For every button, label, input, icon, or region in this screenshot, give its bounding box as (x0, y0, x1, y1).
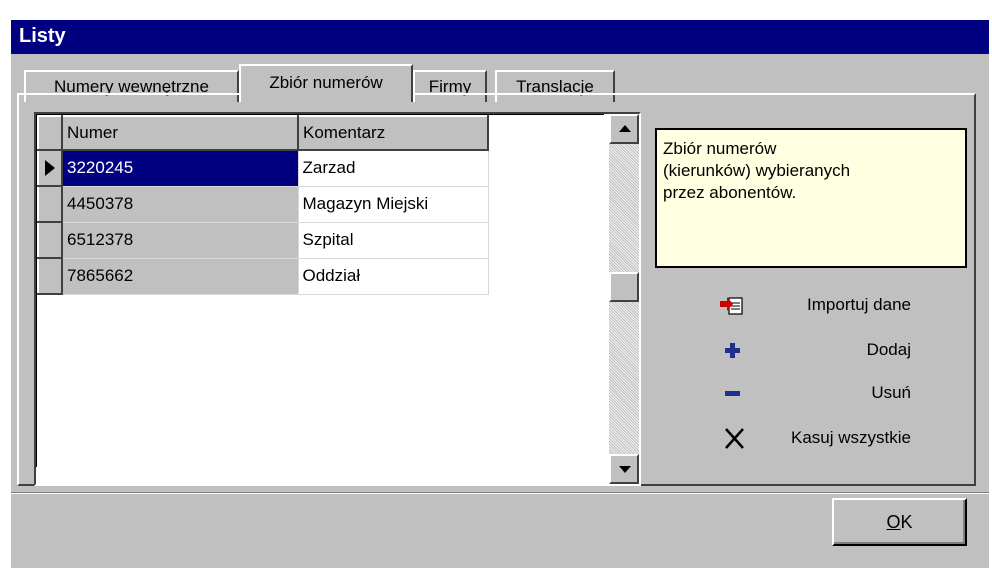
ok-mnemonic: O (886, 512, 901, 532)
clear-all-label: Kasuj wszystkie (791, 428, 911, 447)
column-header-numer[interactable]: Numer (61, 115, 299, 151)
info-line: Zbiór numerów (663, 139, 777, 158)
title-bar[interactable]: Listy (11, 20, 989, 54)
import-data-icon (719, 290, 743, 320)
cell-komentarz[interactable]: Zarzad (297, 149, 489, 187)
add-label: Dodaj (866, 340, 911, 359)
grid-area: Numer Komentarz 3220245 Zarzad 4450378 M… (36, 114, 604, 467)
info-box: Zbiór numerów (kierunków) wybieranych pr… (655, 128, 967, 268)
cell-komentarz[interactable]: Magazyn Miejski (297, 185, 489, 223)
scroll-up-button[interactable] (609, 114, 639, 144)
current-row-arrow-icon (45, 160, 55, 176)
separator (11, 492, 989, 494)
cell-numer[interactable]: 7865662 (61, 257, 299, 295)
table-row[interactable]: 3220245 Zarzad (37, 149, 489, 187)
scroll-down-button[interactable] (609, 454, 639, 484)
numbers-grid[interactable]: Numer Komentarz 3220245 Zarzad 4450378 M… (34, 112, 641, 486)
tab-zbior-numerow[interactable]: Zbiór numerów (239, 64, 413, 102)
grid-header-row: Numer Komentarz (37, 115, 489, 151)
lists-window: Listy Numery wewnętrzne Zbiór numerów Fi… (11, 20, 989, 568)
tab-label: Zbiór numerów (269, 73, 383, 92)
cell-numer[interactable]: 4450378 (61, 185, 299, 223)
window-title: Listy (19, 25, 66, 47)
grid-table: Numer Komentarz 3220245 Zarzad 4450378 M… (37, 115, 489, 295)
column-header-komentarz[interactable]: Komentarz (297, 115, 489, 151)
x-icon (723, 423, 747, 453)
add-button[interactable]: Dodaj (711, 335, 911, 365)
table-row[interactable]: 4450378 Magazyn Miejski (37, 185, 489, 223)
ok-button[interactable]: OK (832, 498, 967, 546)
info-line: (kierunków) wybieranych (663, 161, 851, 180)
row-indicator[interactable] (37, 149, 63, 187)
arrow-up-icon (619, 125, 631, 132)
table-row[interactable]: 6512378 Szpital (37, 221, 489, 259)
scroll-thumb[interactable] (609, 272, 639, 302)
remove-label: Usuń (871, 383, 911, 402)
cell-numer[interactable]: 6512378 (61, 221, 299, 259)
clear-all-button[interactable]: Kasuj wszystkie (711, 423, 911, 453)
import-data-button[interactable]: Importuj dane (711, 290, 911, 320)
import-label: Importuj dane (807, 295, 911, 314)
plus-icon (723, 335, 747, 365)
header-corner (37, 115, 63, 151)
info-line: przez abonentów. (663, 183, 797, 202)
ok-label: K (900, 512, 913, 532)
row-indicator[interactable] (37, 221, 63, 259)
cell-komentarz[interactable]: Szpital (297, 221, 489, 259)
table-row[interactable]: 7865662 Oddział (37, 257, 489, 295)
remove-button[interactable]: Usuń (711, 378, 911, 408)
vertical-scrollbar[interactable] (609, 114, 639, 484)
arrow-down-icon (619, 466, 631, 473)
row-indicator[interactable] (37, 257, 63, 295)
cell-komentarz[interactable]: Oddział (297, 257, 489, 295)
minus-icon (723, 378, 747, 408)
row-indicator[interactable] (37, 185, 63, 223)
cell-numer[interactable]: 3220245 (61, 149, 299, 187)
